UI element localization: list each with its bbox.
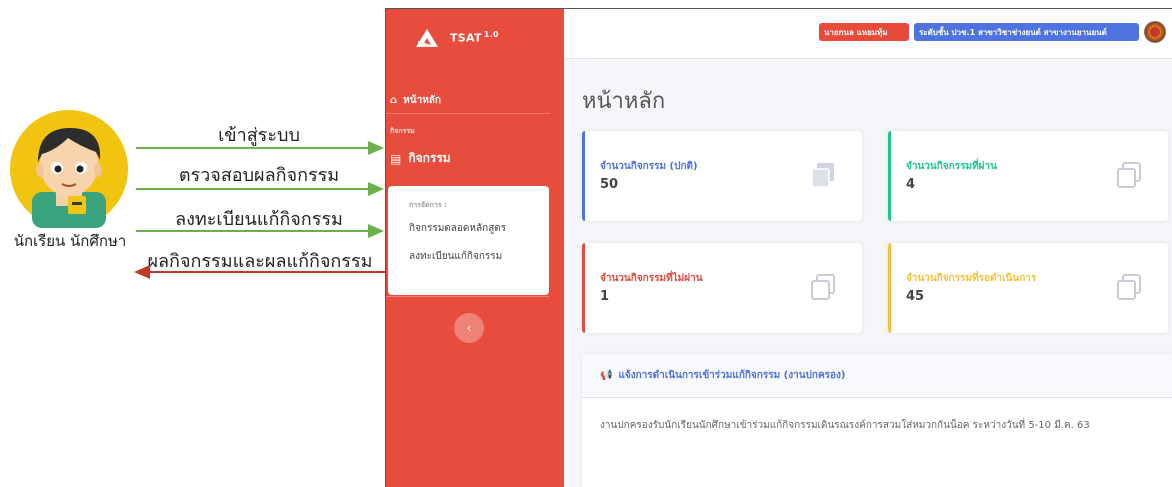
card-value: 50: [600, 177, 619, 192]
notice-card: 📢 แจ้งการดำเนินการเข้าร่วมแก้กิจกรรม (งา…: [582, 354, 1172, 487]
stat-card-passed: จำนวนกิจกรรมที่ผ่าน 4: [888, 131, 1168, 221]
stat-card-pending: จำนวนกิจกรรมที่รอดำเนินการ 45: [888, 243, 1168, 333]
app-window: TSAT 1.0 ⌂ หน้าหลัก กิจกรรม ▤ กิจกรรม การ…: [385, 8, 1172, 487]
card-value: 4: [906, 177, 916, 192]
arrow-results-back: [134, 265, 386, 279]
user-level-badge: ระดับชั้น ปวช.1 สาขาวิชาช่างยนต์ สาขางาน…: [914, 23, 1139, 41]
notice-body: งานปกครองรับนักเรียนนักศึกษาเข้าร่วมแก้ก…: [600, 420, 1090, 431]
page-title: หน้าหลัก: [582, 89, 666, 114]
brand-logo-icon: [416, 28, 438, 47]
folder-icon: ▤: [390, 151, 402, 166]
topbar: นายกนล แหยมทุ้ม ระดับชั้น ปวช.1 สาขาวิชา…: [564, 9, 1172, 59]
arrow-check-results: [136, 182, 384, 196]
activities-submenu: การจัดการ : กิจกรรมตลอดหลักสูตร ลงทะเบีย…: [388, 186, 549, 295]
chevron-left-icon: ‹: [466, 321, 472, 335]
megaphone-icon: 📢: [600, 370, 613, 381]
copy-icon: [811, 163, 834, 188]
notice-title: แจ้งการดำเนินการเข้าร่วมแก้กิจกรรม (งานป…: [618, 370, 846, 381]
card-label: จำนวนกิจกรรมที่รอดำเนินการ: [906, 273, 1037, 284]
copy-icon: [811, 274, 835, 300]
submenu-title: การจัดการ :: [409, 201, 447, 209]
arrow-login: [136, 141, 384, 155]
card-label: จำนวนกิจกรรมที่ไม่ผ่าน: [600, 273, 703, 284]
home-icon: ⌂: [390, 95, 398, 106]
user-avatar[interactable]: [1144, 21, 1166, 43]
sidebar: TSAT 1.0 ⌂ หน้าหลัก กิจกรรม ▤ กิจกรรม การ…: [386, 9, 564, 487]
arrow-register-fix: [136, 224, 384, 238]
brand-version: 1.0: [483, 30, 499, 40]
notice-header: 📢 แจ้งการดำเนินการเข้าร่วมแก้กิจกรรม (งา…: [582, 354, 1172, 398]
card-accent: [888, 243, 891, 333]
stat-card-normal: จำนวนกิจกรรม (ปกติ) 50: [582, 131, 862, 221]
screen: นักเรียน นักศึกษา เข้าสู่ระบบ ตรวจสอบผลก…: [0, 0, 1172, 487]
submenu-item-all-activities[interactable]: กิจกรรมตลอดหลักสูตร: [409, 221, 549, 236]
card-accent: [582, 243, 585, 333]
copy-icon: [1117, 274, 1141, 300]
brand-name: TSAT 1.0: [450, 30, 499, 45]
brand[interactable]: TSAT 1.0: [386, 9, 564, 66]
card-value: 1: [600, 289, 610, 304]
sidebar-section-heading: กิจกรรม: [390, 127, 415, 135]
sidebar-item-label: กิจกรรม: [408, 151, 451, 165]
card-accent: [888, 131, 891, 221]
submenu-item-register-fix[interactable]: ลงทะเบียนแก้กิจกรรม: [409, 249, 549, 264]
sidebar-item-activities[interactable]: ▤ กิจกรรม: [386, 137, 564, 168]
sidebar-item-label: หน้าหลัก: [403, 95, 441, 106]
card-label: จำนวนกิจกรรมที่ผ่าน: [906, 161, 997, 172]
sidebar-item-home[interactable]: ⌂ หน้าหลัก: [386, 66, 550, 114]
card-value: 45: [906, 289, 925, 304]
stat-card-failed: จำนวนกิจกรรมที่ไม่ผ่าน 1: [582, 243, 862, 333]
sidebar-divider: [386, 296, 549, 297]
card-accent: [582, 131, 585, 221]
flow-arrows: [134, 141, 386, 279]
user-name-badge: นายกนล แหยมทุ้ม: [819, 23, 909, 41]
sidebar-collapse-button[interactable]: ‹: [454, 313, 484, 343]
copy-icon: [1117, 162, 1141, 188]
card-label: จำนวนกิจกรรม (ปกติ): [600, 161, 698, 172]
